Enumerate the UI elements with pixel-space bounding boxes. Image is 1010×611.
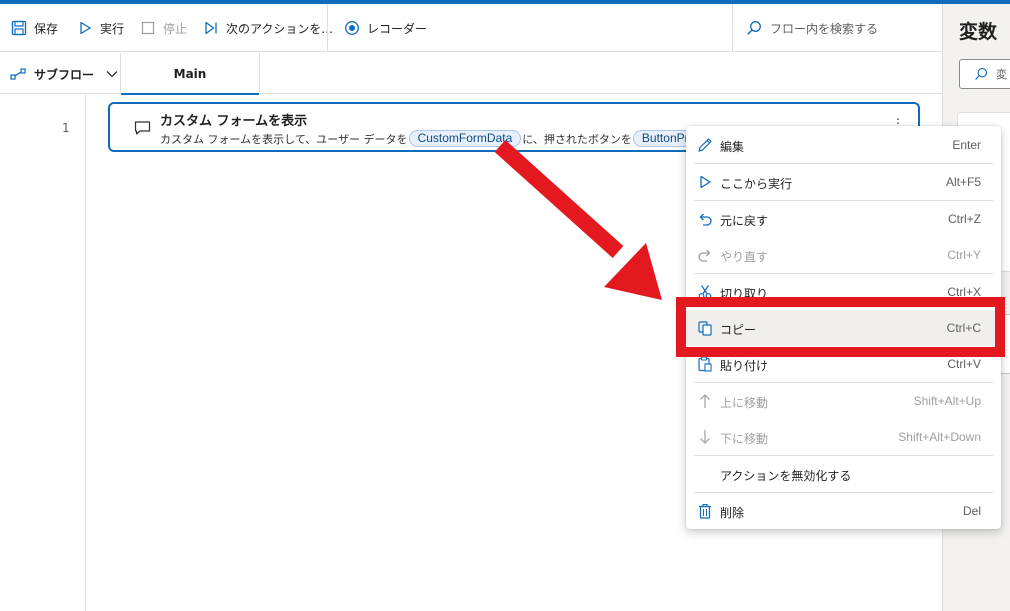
menu-item-shortcut: Shift+Alt+Down: [898, 430, 981, 444]
action-title: カスタム フォームを表示: [160, 114, 308, 129]
menu-item-label: 貼り付け: [720, 359, 769, 373]
search-placeholder: フロー内を検索する: [770, 21, 879, 36]
menu-item-disable-action[interactable]: アクションを無効化する: [686, 456, 1001, 492]
menu-item-shortcut: Ctrl+Z: [948, 212, 981, 226]
play-icon: [696, 173, 714, 191]
save-label: 保存: [34, 21, 59, 36]
redo-icon: [696, 246, 714, 264]
menu-item-shortcut: Ctrl+V: [947, 357, 981, 371]
menu-item-label: 下に移動: [720, 432, 769, 446]
arrow-down-icon: [696, 428, 714, 446]
variables-panel-title: 変数: [959, 21, 998, 43]
next-action-button[interactable]: 次のアクションを...: [202, 16, 333, 40]
arrow-up-icon: [696, 392, 714, 410]
menu-item-label: 編集: [720, 140, 745, 154]
stop-icon: [139, 19, 157, 37]
menu-item-shortcut: Enter: [952, 138, 981, 152]
search-icon: [746, 20, 762, 36]
step-forward-icon: [202, 19, 220, 37]
save-icon: [10, 19, 28, 37]
menu-item-label: ここから実行: [720, 177, 793, 191]
tab-main-label: Main: [173, 66, 207, 81]
next-action-label: 次のアクションを...: [226, 21, 333, 36]
menu-item-label: 上に移動: [720, 396, 769, 410]
pencil-icon: [696, 136, 714, 154]
variables-search-input[interactable]: 変: [959, 59, 1010, 89]
record-icon: [343, 19, 361, 37]
menu-item-label: やり直す: [720, 250, 769, 264]
action-desc-prefix: カスタム フォームを表示して、ユーザー データを: [160, 132, 408, 146]
search-icon: [974, 67, 988, 81]
toolbar-divider: [327, 4, 328, 52]
action-desc-mid: に、押されたボタンを: [522, 132, 632, 146]
play-icon: [76, 19, 94, 37]
tab-main[interactable]: Main: [120, 53, 260, 95]
menu-item-label: 元に戻す: [720, 214, 769, 228]
subflow-icon: [10, 67, 26, 81]
subflow-dropdown[interactable]: サブフロー: [10, 63, 118, 85]
stop-button[interactable]: 停止: [139, 16, 187, 40]
message-icon: [134, 120, 151, 136]
menu-item-undo[interactable]: 元に戻す Ctrl+Z: [686, 201, 1001, 237]
flow-search-input[interactable]: フロー内を検索する: [732, 16, 932, 40]
line-number-gutter: 1: [0, 95, 86, 611]
trash-icon: [696, 502, 714, 520]
recorder-button[interactable]: レコーダー: [343, 16, 427, 40]
variables-search-placeholder: 変: [996, 68, 1007, 81]
variable-token[interactable]: CustomFormData: [408, 130, 522, 147]
line-number: 1: [62, 121, 70, 135]
subflow-label: サブフロー: [34, 67, 95, 82]
menu-item-label: 削除: [720, 506, 745, 520]
menu-item-run-from-here[interactable]: ここから実行 Alt+F5: [686, 164, 1001, 200]
run-label: 実行: [100, 21, 125, 36]
undo-icon: [696, 210, 714, 228]
run-button[interactable]: 実行: [76, 16, 124, 40]
save-button[interactable]: 保存: [10, 16, 58, 40]
menu-item-delete[interactable]: 削除 Del: [686, 493, 1001, 529]
subflow-tabs-bar: サブフロー Main: [0, 53, 942, 95]
menu-item-shortcut: Ctrl+Y: [947, 248, 981, 262]
copy-highlight-box: [676, 297, 1005, 357]
menu-item-redo[interactable]: やり直す Ctrl+Y: [686, 237, 1001, 273]
menu-item-shortcut: Del: [962, 504, 981, 518]
designer-toolbar: 保存 実行 停止 次のアクションを... レコーダー フロー内を検索する: [0, 4, 942, 52]
menu-item-move-down[interactable]: 下に移動 Shift+Alt+Down: [686, 419, 1001, 455]
recorder-label: レコーダー: [367, 21, 428, 36]
menu-item-label: アクションを無効化する: [720, 469, 852, 483]
menu-item-edit[interactable]: 編集 Enter: [686, 127, 1001, 163]
menu-item-shortcut: Alt+F5: [945, 175, 981, 189]
menu-item-shortcut: Shift+Alt+Up: [913, 394, 981, 408]
menu-item-move-up[interactable]: 上に移動 Shift+Alt+Up: [686, 383, 1001, 419]
chevron-down-icon: [106, 70, 118, 78]
paste-icon: [696, 355, 714, 373]
stop-label: 停止: [163, 21, 188, 36]
